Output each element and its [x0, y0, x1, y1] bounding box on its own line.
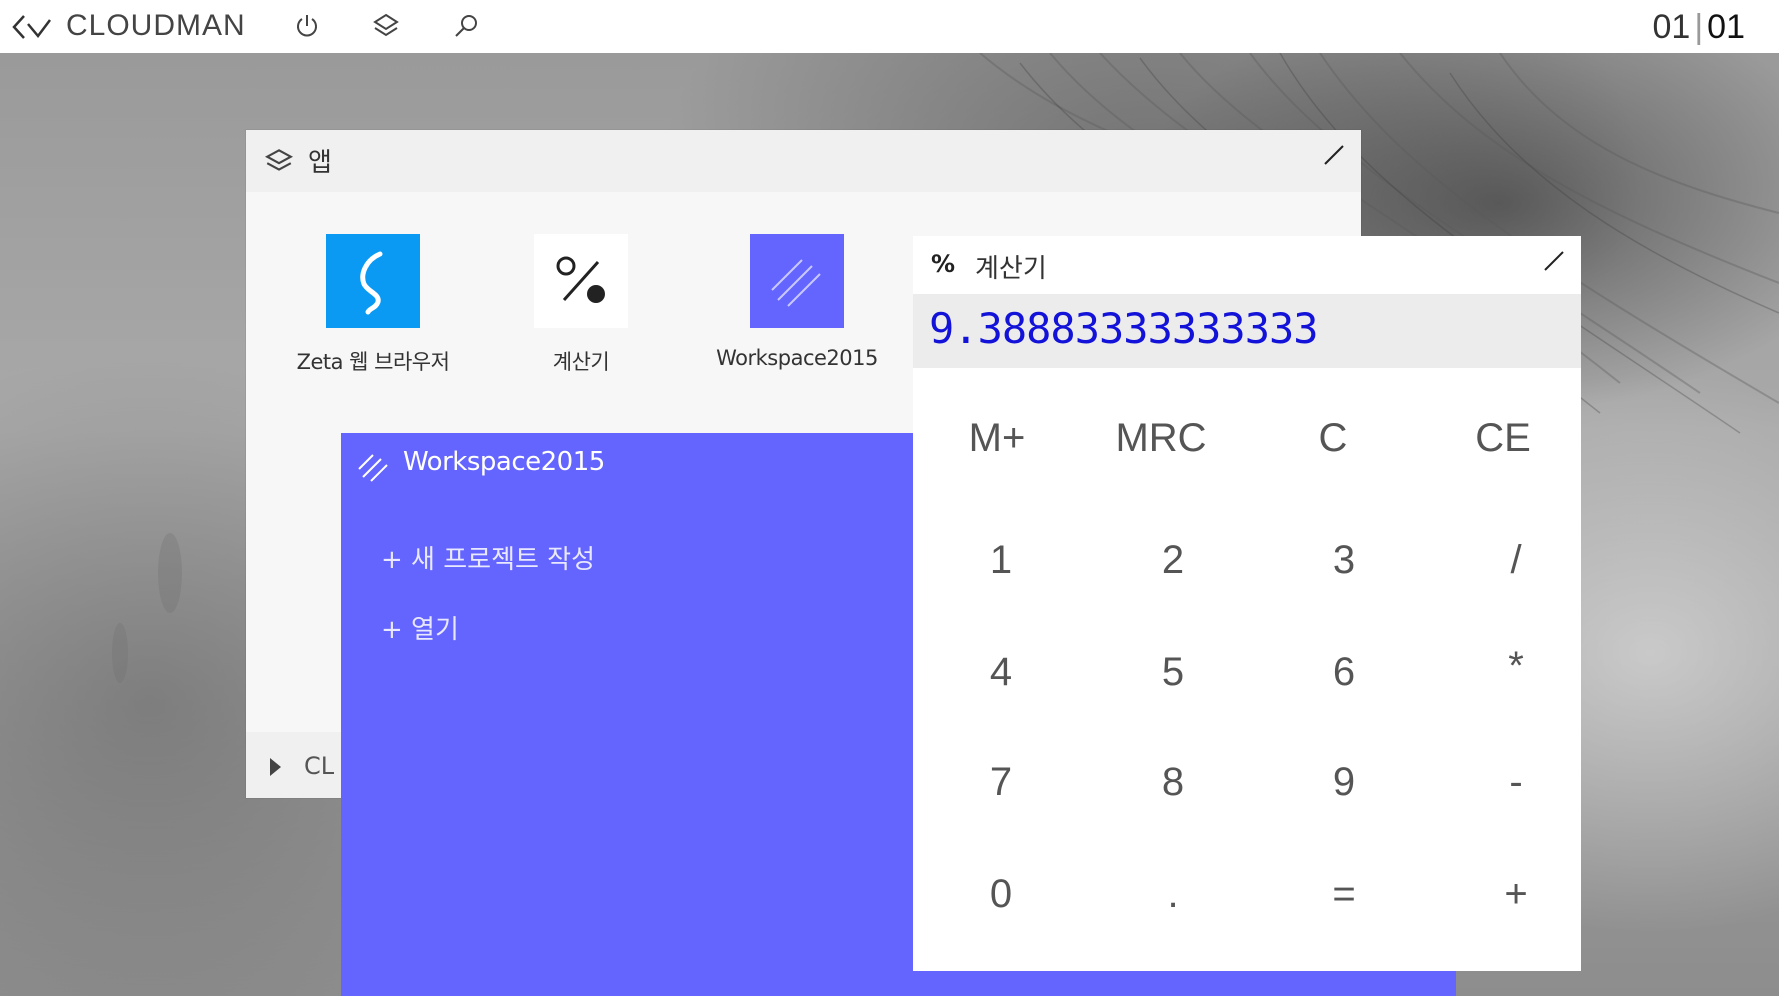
layers-icon[interactable] — [372, 12, 400, 40]
key-1[interactable]: 1 — [921, 520, 1081, 600]
calculator-window-header[interactable]: % 계산기 — [913, 236, 1581, 294]
app-tile-zeta-browser[interactable]: Zeta 웹 브라우저 — [283, 234, 463, 376]
edit-pencil-icon[interactable] — [1323, 144, 1345, 166]
key-decimal[interactable]: . — [1093, 854, 1253, 934]
key-add[interactable]: + — [1436, 854, 1596, 934]
footer-label: CL — [304, 752, 335, 780]
search-icon[interactable] — [452, 12, 480, 40]
app-tile-label: Zeta 웹 브라우저 — [296, 350, 450, 374]
power-icon[interactable] — [293, 12, 321, 40]
key-2[interactable]: 2 — [1093, 520, 1253, 600]
key-clear[interactable]: C — [1253, 398, 1413, 478]
key-equals[interactable]: = — [1264, 854, 1424, 934]
key-memory-plus[interactable]: M+ — [917, 398, 1077, 478]
app-tile-label: 계산기 — [552, 350, 610, 374]
new-project-link[interactable]: + 새 프로젝트 작성 — [381, 539, 595, 576]
apps-window-title: 앱 — [308, 148, 332, 178]
layers-icon — [264, 146, 294, 176]
top-bar: CLOUDMAN 01 | 01 — [0, 0, 1779, 53]
key-4[interactable]: 4 — [921, 632, 1081, 712]
clock: 01 | 01 — [1653, 8, 1746, 47]
percent-icon — [534, 234, 628, 328]
key-0[interactable]: 0 — [921, 854, 1081, 934]
apps-window-header[interactable]: 앱 — [246, 130, 1361, 192]
zeta-icon — [326, 234, 420, 328]
percent-icon: % — [931, 250, 956, 278]
key-multiply[interactable]: * — [1436, 626, 1596, 706]
expand-arrow-icon[interactable] — [270, 758, 281, 776]
edit-pencil-icon[interactable] — [1543, 250, 1565, 272]
back-chevron-icon[interactable] — [12, 14, 52, 40]
clock-hour: 01 — [1652, 8, 1691, 46]
key-9[interactable]: 9 — [1264, 742, 1424, 822]
workspace-window-title: Workspace2015 — [403, 447, 605, 477]
calculator-window: % 계산기 9.38883333333333 M+ MRC C CE 1 2 3… — [913, 236, 1581, 971]
key-divide[interactable]: / — [1436, 520, 1596, 600]
display-value: 9.38883333333333 — [929, 304, 1319, 353]
app-tile-label: Workspace2015 — [716, 346, 878, 370]
app-tile-calculator[interactable]: 계산기 — [491, 234, 671, 376]
app-tile-workspace[interactable]: Workspace2015 — [707, 234, 887, 370]
brand-title: CLOUDMAN — [66, 9, 246, 42]
key-5[interactable]: 5 — [1093, 632, 1253, 712]
key-8[interactable]: 8 — [1093, 742, 1253, 822]
open-link[interactable]: + 열기 — [381, 609, 459, 646]
key-7[interactable]: 7 — [921, 742, 1081, 822]
calculator-display: 9.38883333333333 — [913, 294, 1581, 368]
workspace-icon — [357, 451, 389, 483]
key-memory-recall[interactable]: MRC — [1081, 398, 1241, 478]
key-6[interactable]: 6 — [1264, 632, 1424, 712]
clock-separator: | — [1694, 8, 1704, 46]
workspace-icon — [750, 234, 844, 328]
calculator-window-title: 계산기 — [975, 254, 1047, 284]
key-subtract[interactable]: - — [1436, 742, 1596, 822]
clock-minute: 01 — [1707, 8, 1745, 46]
key-3[interactable]: 3 — [1264, 520, 1424, 600]
key-clear-entry[interactable]: CE — [1423, 398, 1583, 478]
